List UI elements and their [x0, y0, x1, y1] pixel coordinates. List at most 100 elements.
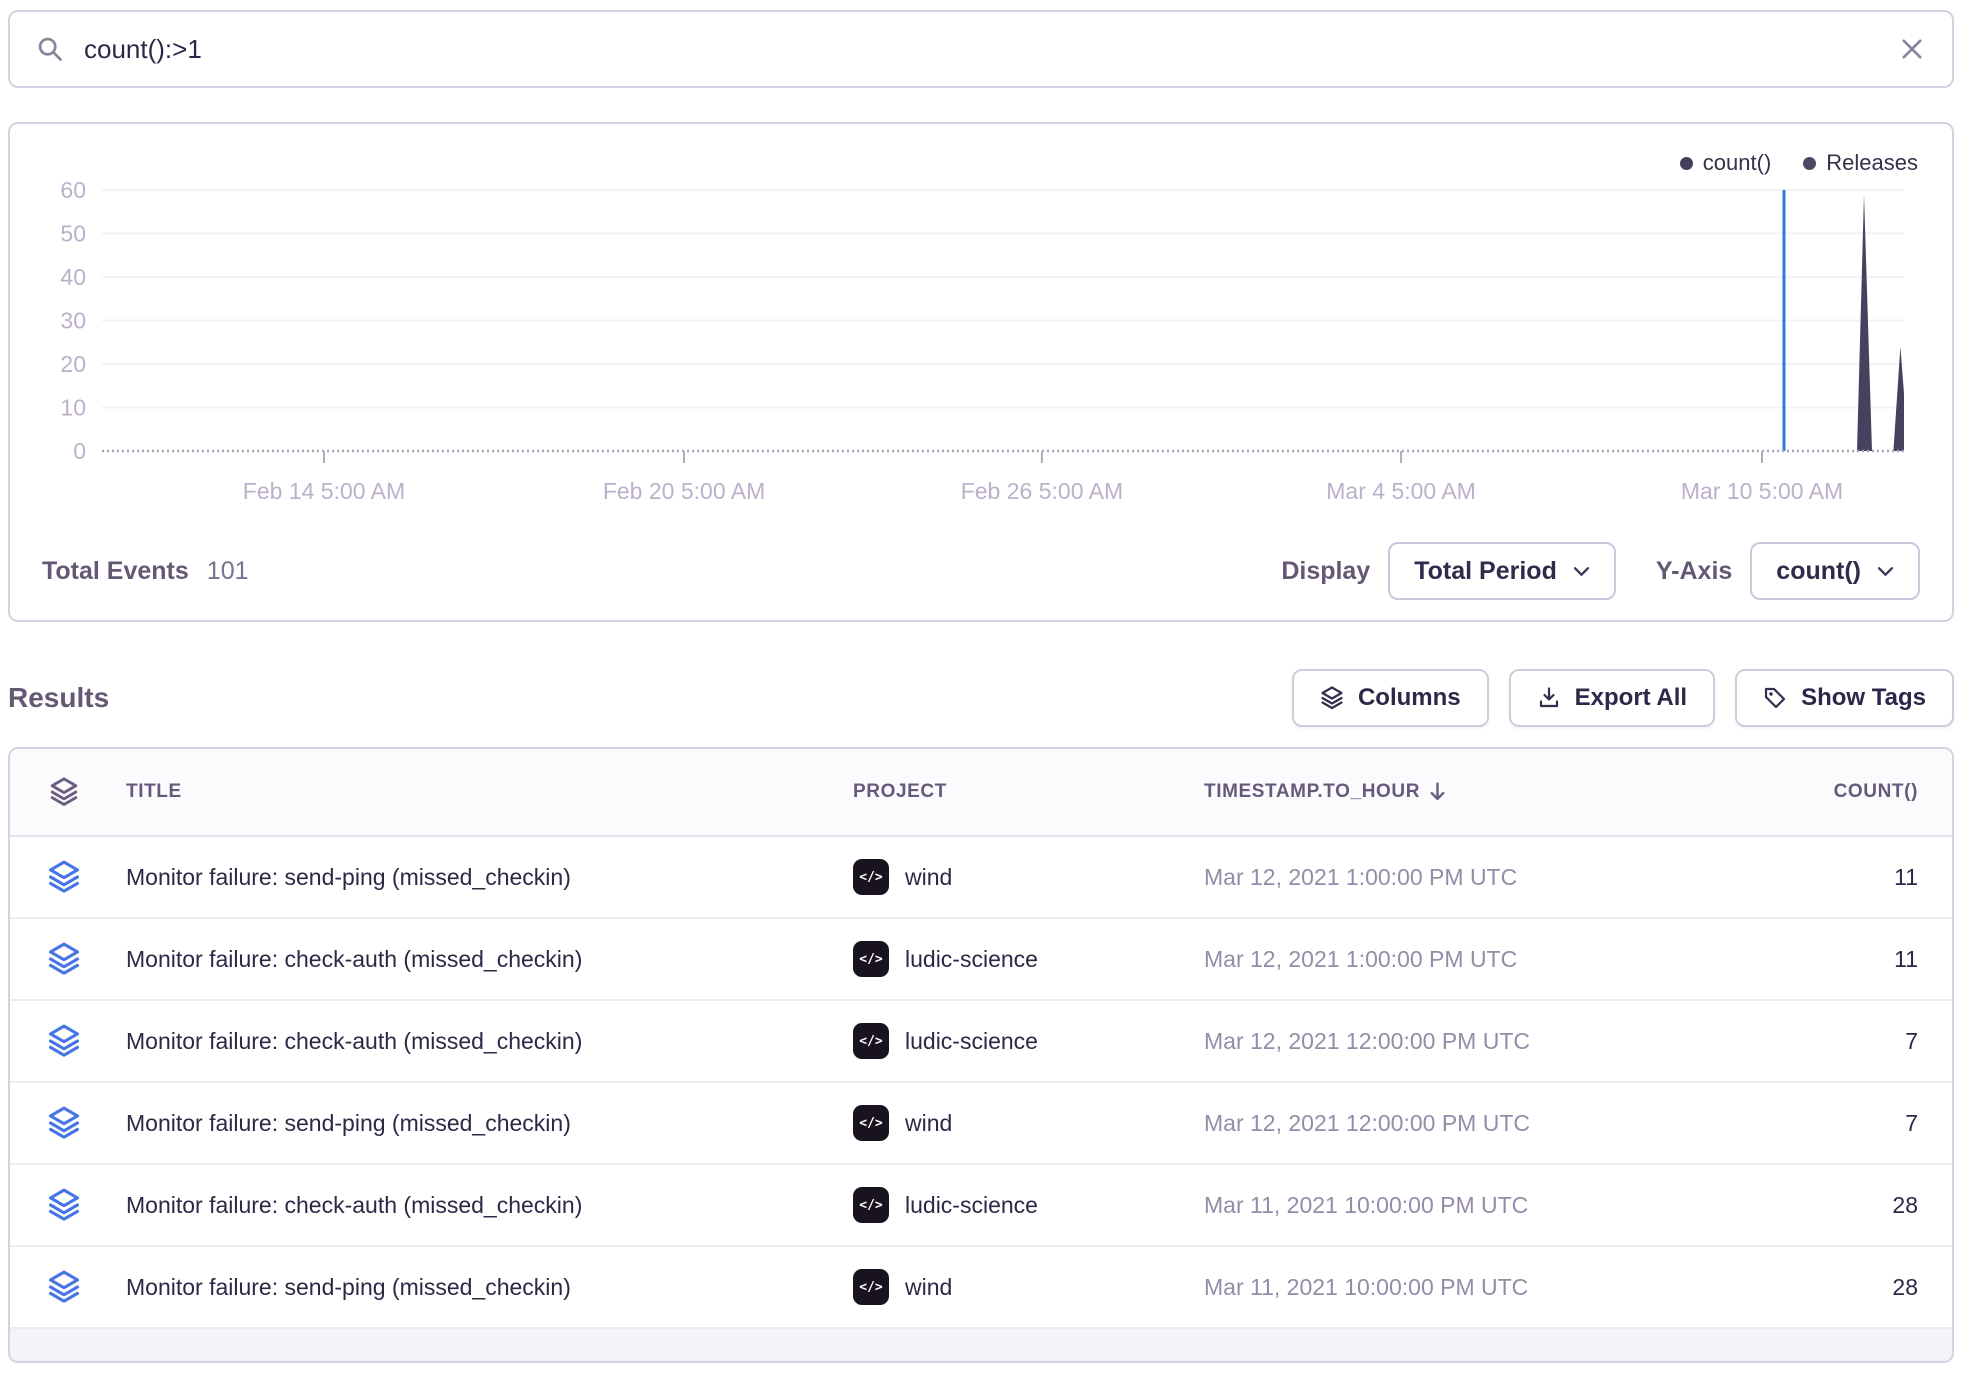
columns-button-label: Columns	[1358, 684, 1461, 712]
clear-search-button[interactable]	[1898, 35, 1926, 63]
row-count: 11	[1744, 946, 1952, 973]
row-stack-icon[interactable]	[47, 1188, 81, 1222]
row-timestamp: Mar 11, 2021 10:00:00 PM UTC	[1204, 1274, 1744, 1301]
project-name: wind	[905, 1110, 952, 1137]
project-name: ludic-science	[905, 1028, 1038, 1055]
results-heading: Results	[8, 682, 109, 714]
svg-text:0: 0	[73, 438, 86, 464]
column-header-title[interactable]: TITLE	[118, 781, 853, 803]
code-platform-icon: </>	[853, 1105, 889, 1141]
search-bar	[8, 10, 1954, 88]
chart-legend: count() Releases	[1680, 150, 1918, 176]
table-footer	[10, 1329, 1952, 1363]
column-header-timestamp[interactable]: TIMESTAMP.TO_HOUR	[1204, 781, 1744, 803]
svg-text:50: 50	[60, 221, 86, 247]
code-platform-icon: </>	[853, 859, 889, 895]
show-tags-button[interactable]: Show Tags	[1735, 669, 1954, 727]
row-title[interactable]: Monitor failure: send-ping (missed_check…	[118, 1274, 853, 1301]
legend-label: count()	[1703, 150, 1771, 176]
sort-desc-arrow-icon	[1428, 781, 1447, 803]
svg-text:Mar 10 5:00 AM: Mar 10 5:00 AM	[1681, 478, 1843, 504]
display-dropdown[interactable]: Total Period	[1388, 542, 1616, 600]
row-stack-icon[interactable]	[47, 1106, 81, 1140]
total-events-value: 101	[207, 557, 249, 586]
columns-button[interactable]: Columns	[1292, 669, 1489, 727]
discover-page: count() Releases 0102030405060Feb 14 5:0…	[0, 0, 1962, 1374]
layers-icon	[1320, 686, 1344, 710]
chart-canvas[interactable]: 0102030405060Feb 14 5:00 AMFeb 20 5:00 A…	[10, 124, 1956, 544]
svg-text:30: 30	[60, 308, 86, 334]
tag-icon	[1763, 686, 1787, 710]
yaxis-label: Y-Axis	[1656, 557, 1732, 586]
legend-item-releases[interactable]: Releases	[1803, 150, 1918, 176]
row-timestamp: Mar 12, 2021 12:00:00 PM UTC	[1204, 1110, 1744, 1137]
row-count: 7	[1744, 1028, 1952, 1055]
column-header-timestamp-label: TIMESTAMP.TO_HOUR	[1204, 781, 1420, 803]
legend-dot-count-icon	[1680, 157, 1693, 170]
row-count: 7	[1744, 1110, 1952, 1137]
project-name: wind	[905, 1274, 952, 1301]
table-row: Monitor failure: send-ping (missed_check…	[10, 1247, 1952, 1329]
row-count: 11	[1744, 864, 1952, 891]
table-row: Monitor failure: check-auth (missed_chec…	[10, 919, 1952, 1001]
project-name: ludic-science	[905, 946, 1038, 973]
row-project: </> ludic-science	[853, 1023, 1204, 1059]
row-project: </> ludic-science	[853, 1187, 1204, 1223]
svg-text:10: 10	[60, 395, 86, 421]
row-title[interactable]: Monitor failure: check-auth (missed_chec…	[118, 1192, 853, 1219]
column-header-count[interactable]: COUNT()	[1744, 781, 1952, 803]
svg-text:40: 40	[60, 264, 86, 290]
column-header-project[interactable]: PROJECT	[853, 781, 1204, 803]
row-stack-icon[interactable]	[47, 942, 81, 976]
stack-icon	[49, 777, 79, 807]
svg-text:Mar 4 5:00 AM: Mar 4 5:00 AM	[1326, 478, 1476, 504]
table-row: Monitor failure: check-auth (missed_chec…	[10, 1001, 1952, 1083]
project-name: ludic-science	[905, 1192, 1038, 1219]
row-title[interactable]: Monitor failure: send-ping (missed_check…	[118, 864, 853, 891]
row-timestamp: Mar 12, 2021 12:00:00 PM UTC	[1204, 1028, 1744, 1055]
table-row: Monitor failure: check-auth (missed_chec…	[10, 1165, 1952, 1247]
row-stack-icon[interactable]	[47, 1024, 81, 1058]
legend-item-count[interactable]: count()	[1680, 150, 1771, 176]
export-all-button[interactable]: Export All	[1509, 669, 1715, 727]
svg-text:Feb 14 5:00 AM: Feb 14 5:00 AM	[243, 478, 405, 504]
row-title[interactable]: Monitor failure: check-auth (missed_chec…	[118, 946, 853, 973]
yaxis-dropdown[interactable]: count()	[1750, 542, 1920, 600]
yaxis-dropdown-value: count()	[1776, 557, 1861, 586]
display-label: Display	[1281, 557, 1370, 586]
search-icon	[36, 35, 64, 63]
code-platform-icon: </>	[853, 1187, 889, 1223]
show-tags-button-label: Show Tags	[1801, 684, 1926, 712]
row-title[interactable]: Monitor failure: send-ping (missed_check…	[118, 1110, 853, 1137]
row-count: 28	[1744, 1274, 1952, 1301]
events-chart-panel: count() Releases 0102030405060Feb 14 5:0…	[8, 122, 1954, 622]
row-stack-icon[interactable]	[47, 860, 81, 894]
svg-text:Feb 26 5:00 AM: Feb 26 5:00 AM	[961, 478, 1123, 504]
svg-text:Feb 20 5:00 AM: Feb 20 5:00 AM	[603, 478, 765, 504]
row-project: </> wind	[853, 1269, 1204, 1305]
row-project: </> ludic-science	[853, 941, 1204, 977]
row-project: </> wind	[853, 1105, 1204, 1141]
row-timestamp: Mar 12, 2021 1:00:00 PM UTC	[1204, 864, 1744, 891]
row-title[interactable]: Monitor failure: check-auth (missed_chec…	[118, 1028, 853, 1055]
row-project: </> wind	[853, 859, 1204, 895]
download-icon	[1537, 686, 1561, 710]
close-icon	[1898, 35, 1926, 63]
total-events-label: Total Events	[42, 557, 189, 586]
chevron-down-icon	[1573, 566, 1590, 577]
table-header-row: TITLE PROJECT TIMESTAMP.TO_HOUR COUNT()	[10, 749, 1952, 837]
code-platform-icon: </>	[853, 941, 889, 977]
results-table: TITLE PROJECT TIMESTAMP.TO_HOUR COUNT() …	[8, 747, 1954, 1363]
search-input[interactable]	[82, 33, 1880, 66]
legend-dot-releases-icon	[1803, 157, 1816, 170]
display-dropdown-value: Total Period	[1414, 557, 1557, 586]
row-count: 28	[1744, 1192, 1952, 1219]
row-timestamp: Mar 12, 2021 1:00:00 PM UTC	[1204, 946, 1744, 973]
project-name: wind	[905, 864, 952, 891]
code-platform-icon: </>	[853, 1023, 889, 1059]
row-stack-icon[interactable]	[47, 1270, 81, 1304]
chevron-down-icon	[1877, 566, 1894, 577]
table-row: Monitor failure: send-ping (missed_check…	[10, 1083, 1952, 1165]
row-timestamp: Mar 11, 2021 10:00:00 PM UTC	[1204, 1192, 1744, 1219]
svg-text:60: 60	[60, 177, 86, 203]
